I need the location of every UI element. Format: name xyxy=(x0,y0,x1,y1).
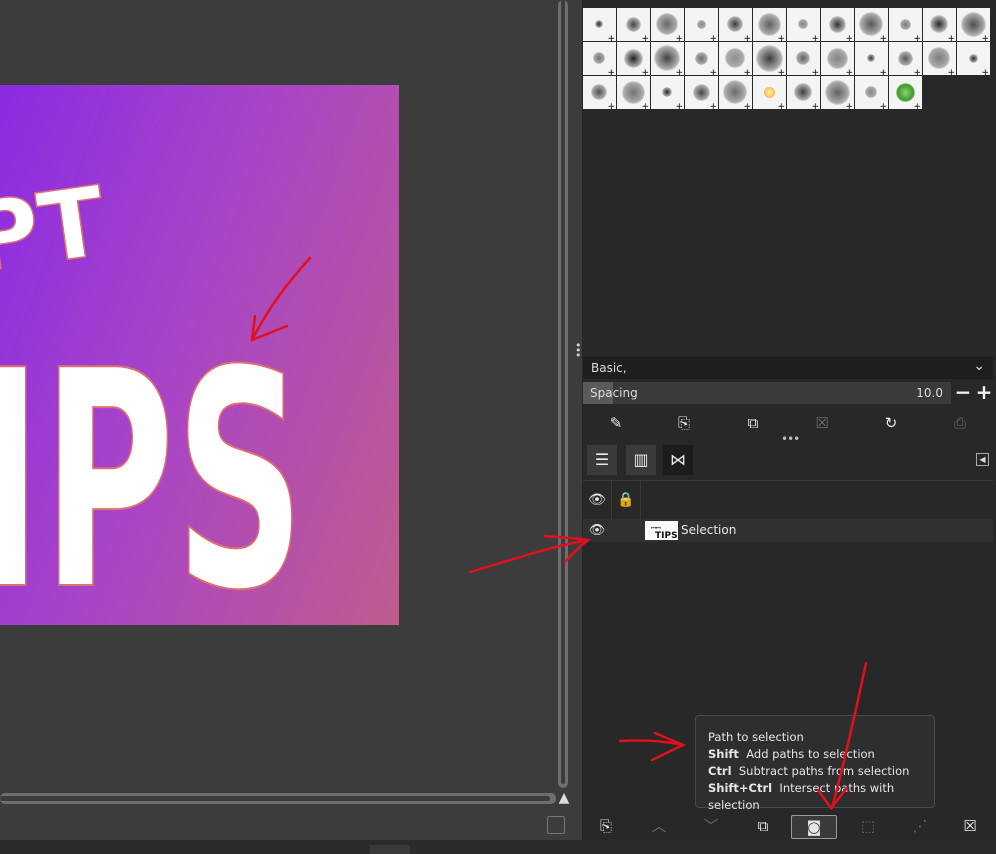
image-canvas[interactable]: PT IPS xyxy=(0,0,556,792)
brush-tile[interactable] xyxy=(855,8,888,41)
brush-tile[interactable] xyxy=(617,8,650,41)
plus-icon[interactable]: + xyxy=(974,382,994,403)
navigate-icon[interactable] xyxy=(547,816,565,834)
brush-tile[interactable] xyxy=(923,42,956,75)
minus-icon[interactable]: − xyxy=(953,382,973,403)
tooltip: Path to selection Shift Add paths to sel… xyxy=(695,715,935,812)
brush-tile[interactable] xyxy=(889,76,922,109)
brush-tile[interactable] xyxy=(583,8,616,41)
brush-tile[interactable] xyxy=(855,76,888,109)
brush-tile[interactable] xyxy=(651,8,684,41)
duplicate-brush-icon[interactable]: ⧉ xyxy=(742,412,764,434)
tooltip-line: Shift+Ctrl Intersect paths with selectio… xyxy=(708,781,895,812)
brush-tile[interactable] xyxy=(889,42,922,75)
duplicate-path-icon[interactable]: ⧉ xyxy=(750,815,776,837)
brush-tile[interactable] xyxy=(957,42,990,75)
status-bar xyxy=(0,840,996,854)
brush-tile[interactable] xyxy=(583,42,616,75)
zoom-corner-icon[interactable]: ▲ xyxy=(555,790,573,808)
lower-path-icon[interactable]: ﹀ xyxy=(698,815,724,837)
dock-separator[interactable] xyxy=(574,0,582,840)
open-as-image-icon[interactable]: ⎙ xyxy=(949,412,971,434)
brush-tile[interactable] xyxy=(753,42,786,75)
refresh-icon[interactable]: ↻ xyxy=(880,412,902,434)
new-brush-icon[interactable]: ⎘ xyxy=(673,412,695,434)
brush-tile[interactable] xyxy=(821,8,854,41)
vertical-scrollbar-thumb[interactable] xyxy=(561,0,565,784)
brush-tile[interactable] xyxy=(719,42,752,75)
brush-tile[interactable] xyxy=(617,42,650,75)
brush-tile[interactable] xyxy=(719,8,752,41)
brush-grid xyxy=(583,8,990,109)
image-text-main: IPS xyxy=(0,307,305,625)
selection-to-path-icon[interactable]: ⬚ xyxy=(855,815,881,837)
image-text-top: PT xyxy=(0,165,112,295)
brush-tile[interactable] xyxy=(787,8,820,41)
brush-tile[interactable] xyxy=(821,42,854,75)
tab-channels[interactable]: ▥ xyxy=(626,445,656,475)
paths-list-header: 👁 🔒 xyxy=(583,480,993,520)
brush-tile[interactable] xyxy=(583,76,616,109)
dock-tabs: ☰ ▥ ⋈ ◀ xyxy=(583,443,993,477)
brush-tile[interactable] xyxy=(651,42,684,75)
brush-tile[interactable] xyxy=(957,8,990,41)
paint-along-path-icon[interactable]: ⋰ xyxy=(907,815,933,837)
delete-path-icon[interactable]: ☒ xyxy=(957,815,983,837)
visibility-eye-icon[interactable]: 👁 xyxy=(583,519,611,542)
path-row[interactable]: 👁 ꟷꟷ TIPS Selection xyxy=(583,519,993,542)
brush-tile[interactable] xyxy=(617,76,650,109)
paths-toolbar: ⎘ ︿ ﹀ ⧉ ◙ ⬚ ⋰ ☒ xyxy=(583,812,993,840)
brush-tile[interactable] xyxy=(753,76,786,109)
preset-label: Basic, xyxy=(591,361,627,375)
spacing-slider[interactable]: Spacing 10.0 xyxy=(583,382,951,404)
brush-tile[interactable] xyxy=(923,8,956,41)
brush-tile[interactable] xyxy=(685,8,718,41)
status-bar-tab[interactable] xyxy=(370,845,410,854)
brush-tile[interactable] xyxy=(753,8,786,41)
brush-tile[interactable] xyxy=(719,76,752,109)
tooltip-line: Ctrl Subtract paths from selection xyxy=(708,764,910,778)
new-path-icon[interactable]: ⎘ xyxy=(593,815,619,837)
chevron-down-icon[interactable]: ⌄ xyxy=(973,358,985,374)
tooltip-line: Shift Add paths to selection xyxy=(708,747,875,761)
tab-menu-icon[interactable]: ◀ xyxy=(976,453,989,466)
edit-brush-icon[interactable]: ✎ xyxy=(605,412,627,434)
image-preview[interactable]: PT IPS xyxy=(0,85,399,625)
image-artwork: PT IPS xyxy=(0,164,306,625)
lock-icon[interactable]: 🔒 xyxy=(612,481,641,519)
tooltip-title: Path to selection xyxy=(708,730,804,744)
path-name[interactable]: Selection xyxy=(681,523,736,537)
eye-icon[interactable]: 👁 xyxy=(583,481,612,519)
path-thumbnail: ꟷꟷ TIPS xyxy=(645,521,678,541)
horizontal-scrollbar-thumb[interactable] xyxy=(0,796,550,801)
brush-tile[interactable] xyxy=(651,76,684,109)
spacing-label: Spacing xyxy=(590,386,638,400)
brush-tile[interactable] xyxy=(889,8,922,41)
raise-path-icon[interactable]: ︿ xyxy=(646,815,672,837)
brush-tile[interactable] xyxy=(855,42,888,75)
delete-brush-icon[interactable]: ☒ xyxy=(811,412,833,434)
svg-text:TIPS: TIPS xyxy=(655,531,678,540)
grip-handle-icon[interactable]: • • • xyxy=(575,340,582,361)
spacing-value: 10.0 xyxy=(916,386,943,400)
brush-preset-dropdown[interactable]: Basic, ⌄ xyxy=(583,357,993,379)
spacing-control[interactable]: Spacing 10.0 − + xyxy=(583,382,993,404)
brush-tile[interactable] xyxy=(821,76,854,109)
brush-tile[interactable] xyxy=(685,42,718,75)
brush-tile[interactable] xyxy=(787,76,820,109)
brush-tile[interactable] xyxy=(685,76,718,109)
tab-paths[interactable]: ⋈ xyxy=(663,445,693,475)
path-to-selection-button[interactable]: ◙ xyxy=(791,815,837,839)
brush-tile[interactable] xyxy=(787,42,820,75)
tab-layers[interactable]: ☰ xyxy=(587,445,617,475)
